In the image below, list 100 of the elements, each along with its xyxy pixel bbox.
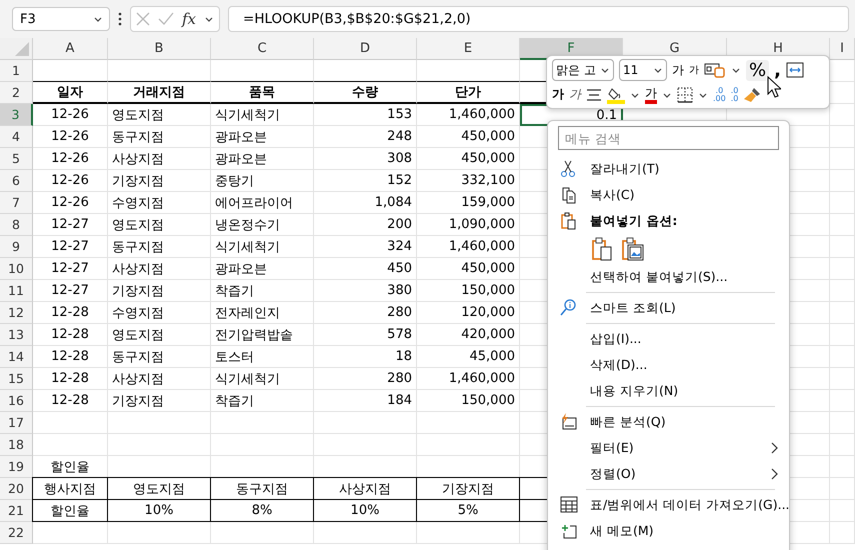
dropdown-caret-icon[interactable]: [698, 90, 708, 98]
font-name-dropdown[interactable]: 맑은 고: [552, 59, 614, 81]
menu-search-field[interactable]: 메뉴 검색: [558, 126, 779, 150]
increase-decimal-button[interactable]: .0 .0: [730, 86, 738, 102]
table-cell: 할인율: [32, 499, 108, 522]
column-header[interactable]: C: [211, 38, 314, 60]
clipboard-icon: [560, 212, 578, 230]
font-size-dropdown[interactable]: 11: [619, 59, 667, 81]
row-header[interactable]: 9: [0, 236, 33, 258]
column-heading: 일자: [33, 81, 108, 104]
cell: [830, 214, 855, 236]
row-header[interactable]: 20: [0, 478, 33, 500]
row-header[interactable]: 7: [0, 192, 33, 214]
row-header[interactable]: 1: [0, 60, 33, 82]
dropdown-caret-icon: [93, 15, 103, 23]
table-cell: 380: [314, 280, 417, 302]
table-cell: 수영지점: [108, 302, 211, 324]
menu-item[interactable]: 정렬(O): [548, 461, 789, 487]
decrease-font-size-button[interactable]: 가: [689, 63, 699, 77]
menu-item[interactable]: 내용 지우기(N): [548, 378, 789, 404]
table-cell: 전기압력밥솥: [211, 324, 314, 346]
column-heading: 단가: [417, 81, 520, 104]
center-align-icon[interactable]: [586, 88, 602, 102]
table-cell: 기장지점: [108, 170, 211, 192]
row-header[interactable]: 2: [0, 82, 33, 104]
dropdown-caret-icon[interactable]: [662, 90, 672, 98]
column-header[interactable]: A: [33, 38, 108, 60]
more-options-icon[interactable]: [118, 12, 122, 26]
copy-icon: [560, 186, 578, 204]
table-cell: 280: [314, 368, 417, 390]
font-color-button[interactable]: 가: [645, 86, 657, 104]
row-header[interactable]: 6: [0, 170, 33, 192]
table-cell: 수영지점: [108, 192, 211, 214]
row-header[interactable]: 17: [0, 412, 33, 434]
table-cell: 1,460,000: [417, 236, 520, 258]
column-header[interactable]: B: [108, 38, 211, 60]
row-header[interactable]: 18: [0, 434, 33, 456]
table-cell: 280: [314, 302, 417, 324]
row-header[interactable]: 13: [0, 324, 33, 346]
name-box[interactable]: F3: [12, 7, 110, 31]
checkmark-icon[interactable]: [158, 12, 174, 26]
table-cell: 사상지점: [108, 368, 211, 390]
row-header[interactable]: 22: [0, 522, 33, 544]
table-cell: 기장지점: [108, 390, 211, 412]
menu-item[interactable]: 삽입(I)...: [548, 326, 789, 352]
paste-icon[interactable]: [592, 237, 612, 261]
row-header[interactable]: 11: [0, 280, 33, 302]
row-header[interactable]: 8: [0, 214, 33, 236]
table-cell: 12-26: [33, 192, 108, 214]
menu-item[interactable]: 복사(C): [548, 182, 789, 208]
table-cell: 12-26: [33, 148, 108, 170]
bold-button[interactable]: 가: [552, 86, 564, 103]
table-cell: 12-27: [33, 236, 108, 258]
column-header[interactable]: E: [417, 38, 520, 60]
menu-item[interactable]: 표/범위에서 데이터 가져오기(G)...: [548, 492, 789, 518]
dropdown-caret-icon[interactable]: [204, 15, 214, 23]
row-header[interactable]: 19: [0, 456, 33, 478]
menu-item[interactable]: 새 메모(M): [548, 518, 789, 544]
menu-item[interactable]: 스마트 조회(L): [548, 295, 789, 321]
accounting-format-icon[interactable]: [704, 62, 726, 78]
fill-color-icon[interactable]: [607, 86, 625, 104]
italic-button[interactable]: 가: [569, 86, 581, 103]
dropdown-caret-icon[interactable]: [731, 66, 741, 74]
menu-item[interactable]: 빠른 분석(Q): [548, 409, 789, 435]
column-header[interactable]: D: [314, 38, 417, 60]
increase-font-size-button[interactable]: 가: [672, 62, 684, 78]
paste-picture-icon[interactable]: [622, 237, 644, 261]
row-header[interactable]: 12: [0, 302, 33, 324]
table-cell: 12-26: [33, 126, 108, 148]
decrease-decimal-button[interactable]: .0 .00: [713, 86, 726, 102]
table-title: 할인율: [33, 456, 108, 478]
table-cell: 냉온정수기: [211, 214, 314, 236]
menu-item[interactable]: 필터(E): [548, 435, 789, 461]
table-cell: 200: [314, 214, 417, 236]
row-header[interactable]: 21: [0, 500, 33, 522]
table-cell: 동구지점: [108, 346, 211, 368]
row-header[interactable]: 4: [0, 126, 33, 148]
borders-icon[interactable]: [677, 86, 693, 102]
cell: [830, 390, 855, 412]
formula-field[interactable]: =HLOOKUP(B3,$B$20:$G$21,2,0): [228, 6, 849, 32]
dropdown-caret-icon[interactable]: [630, 90, 640, 98]
insert-function-button[interactable]: fx: [182, 10, 196, 28]
table-cell: 기장지점: [108, 280, 211, 302]
menu-item[interactable]: 선택하여 붙여넣기(S)...: [548, 264, 789, 290]
column-header[interactable]: I: [830, 38, 855, 60]
row-header[interactable]: 10: [0, 258, 33, 280]
menu-item[interactable]: 잘라내기(T): [548, 156, 789, 182]
merge-center-icon[interactable]: [786, 62, 804, 78]
table-cell: 12-28: [33, 390, 108, 412]
row-header[interactable]: 3: [0, 104, 33, 126]
percent-style-button[interactable]: %: [746, 60, 770, 80]
comma-style-button[interactable]: ,: [774, 60, 781, 80]
cell: [830, 126, 855, 148]
row-header[interactable]: 15: [0, 368, 33, 390]
row-header[interactable]: 5: [0, 148, 33, 170]
table-cell: 150,000: [417, 390, 520, 412]
column-heading: 거래지점: [108, 81, 211, 104]
row-header[interactable]: 14: [0, 346, 33, 368]
menu-item[interactable]: 삭제(D)...: [548, 352, 789, 378]
row-header[interactable]: 16: [0, 390, 33, 412]
